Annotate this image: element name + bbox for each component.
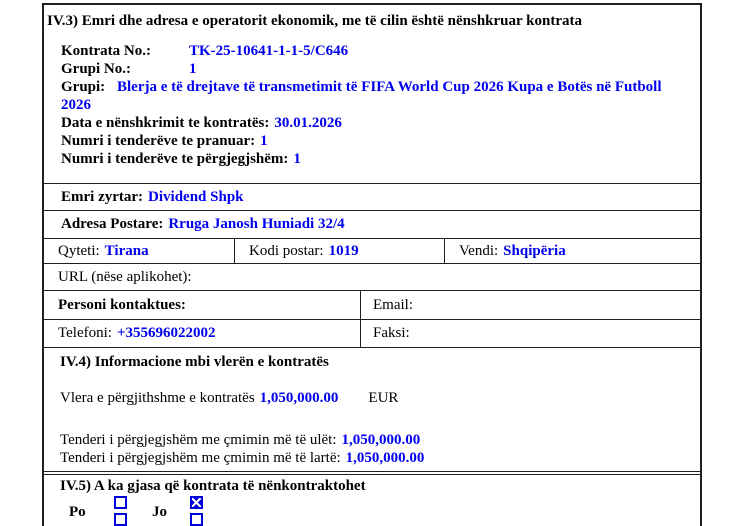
vendi-value: Shqipëria — [503, 243, 566, 260]
section-iv3-fields: Kontrata No.:TK-25-10641-1-1-5/C646 Grup… — [44, 42, 700, 168]
cell-personi-kontaktues: Personi kontaktues: — [44, 291, 361, 319]
section-iv3-title: IV.3) Emri dhe adresa e operatorit ekono… — [44, 11, 700, 31]
cell-vendi: Vendi: Shqipëria — [445, 239, 700, 263]
field-label: Kontrata No.: — [61, 42, 189, 60]
field-label: Data e nënshkrimit te kontratës: — [61, 115, 269, 131]
telefoni-value: +355696022002 — [117, 325, 216, 342]
email-label: Email: — [373, 297, 413, 314]
vlera-value: 1,050,000.00 — [260, 390, 339, 406]
field-grupi-no: Grupi No.:1 — [61, 60, 690, 78]
vlera-label: Vlera e përgjithshme e kontratës — [60, 390, 255, 406]
jo-label: Jo — [152, 504, 167, 521]
url-label: URL (nëse aplikohet): — [58, 269, 192, 286]
tenderi-larte-value: 1,050,000.00 — [346, 450, 425, 466]
field-tenderi-ulet: Tenderi i përgjegjshëm me çmimin më të u… — [60, 431, 700, 449]
section-iv4-title: IV.4) Informacione mbi vlerën e kontratë… — [60, 353, 700, 372]
row-url: URL (nëse aplikohet): — [44, 264, 700, 291]
contract-notice-page: IV.3) Emri dhe adresa e operatorit ekono… — [0, 0, 733, 526]
field-value: Blerja e të drejtave të transmetimit të … — [61, 79, 662, 113]
kodi-postar-label: Kodi postar: — [249, 243, 324, 260]
field-tendere-pranuar: Numri i tenderëve te pranuar: 1 — [61, 132, 690, 150]
kodi-postar-value: 1019 — [329, 243, 359, 260]
field-label: Grupi No.: — [61, 60, 189, 78]
field-value: 1 — [293, 151, 301, 167]
cell-kodi-postar: Kodi postar: 1019 — [235, 239, 445, 263]
po-checkbox-top[interactable] — [114, 496, 127, 509]
field-value: 1 — [189, 61, 197, 77]
field-tenderi-larte: Tenderi i përgjegjshëm me çmimin më të l… — [60, 449, 700, 467]
row-emri-zyrtar: Emri zyrtar: Dividend Shpk — [44, 184, 700, 211]
cell-telefoni: Telefoni: +355696022002 — [44, 320, 361, 347]
tenderi-ulet-value: 1,050,000.00 — [342, 432, 421, 448]
po-checkbox-bottom[interactable] — [114, 513, 127, 526]
po-checkbox-group — [114, 496, 127, 526]
row-telefoni-faksi: Telefoni: +355696022002 Faksi: — [44, 320, 700, 348]
field-data-nenshkrimit: Data e nënshkrimit te kontratës: 30.01.20… — [61, 114, 690, 132]
field-label: Numri i tenderëve te përgjegjshëm: — [61, 151, 288, 167]
adresa-postare-value: Rruga Janosh Huniadi 32/4 — [168, 216, 344, 233]
field-grupi: Grupi:Blerja e të drejtave të transmetim… — [61, 78, 690, 114]
currency-label: EUR — [368, 390, 398, 406]
field-value: TK-25-10641-1-1-5/C646 — [189, 43, 348, 59]
field-label: Numri i tenderëve te pranuar: — [61, 133, 255, 149]
field-kontrata-no: Kontrata No.:TK-25-10641-1-1-5/C646 — [61, 42, 690, 60]
section-iv5: IV.5) A ka gjasa që kontrata të nënkontr… — [44, 471, 700, 526]
row-qyteti-kodi-vendi: Qyteti: Tirana Kodi postar: 1019 Vendi: Shq… — [44, 239, 700, 264]
jo-checkbox-group — [190, 496, 203, 526]
cell-faksi: Faksi: — [361, 320, 700, 347]
subcontract-options: Po Jo — [44, 496, 700, 526]
section-iv4: IV.4) Informacione mbi vlerën e kontratë… — [44, 348, 700, 471]
row-adresa-postare: Adresa Postare: Rruga Janosh Huniadi 32/4 — [44, 211, 700, 239]
jo-checkbox-top[interactable] — [190, 496, 203, 509]
jo-checkbox-bottom[interactable] — [190, 513, 203, 526]
cell-qyteti: Qyteti: Tirana — [44, 239, 235, 263]
emri-zyrtar-label: Emri zyrtar: — [61, 189, 143, 206]
field-vlera: Vlera e përgjithshme e kontratës 1,050,00… — [60, 390, 700, 407]
tenderi-larte-label: Tenderi i përgjegjshëm me çmimin më të l… — [60, 450, 341, 466]
qyteti-value: Tirana — [105, 243, 149, 260]
telefoni-label: Telefoni: — [58, 325, 112, 342]
adresa-postare-label: Adresa Postare: — [61, 216, 163, 233]
po-label: Po — [69, 504, 86, 521]
contract-notice-table: IV.3) Emri dhe adresa e operatorit ekono… — [42, 3, 702, 526]
section-iv3: IV.3) Emri dhe adresa e operatorit ekono… — [44, 5, 700, 184]
field-label: Grupi: — [61, 78, 117, 96]
field-value: 30.01.2026 — [274, 115, 342, 131]
cell-email: Email: — [361, 291, 700, 319]
emri-zyrtar-value: Dividend Shpk — [148, 189, 243, 206]
field-value: 1 — [260, 133, 268, 149]
qyteti-label: Qyteti: — [58, 243, 100, 260]
section-iv5-title: IV.5) A ka gjasa që kontrata të nënkontr… — [44, 477, 700, 496]
field-tendere-pergjegjshem: Numri i tenderëve te përgjegjshëm: 1 — [61, 150, 690, 168]
tenderi-ulet-label: Tenderi i përgjegjshëm me çmimin më të u… — [60, 432, 337, 448]
vendi-label: Vendi: — [459, 243, 498, 260]
faksi-label: Faksi: — [373, 325, 410, 342]
row-personi-email: Personi kontaktues: Email: — [44, 291, 700, 320]
personi-kontaktues-label: Personi kontaktues: — [58, 297, 186, 314]
